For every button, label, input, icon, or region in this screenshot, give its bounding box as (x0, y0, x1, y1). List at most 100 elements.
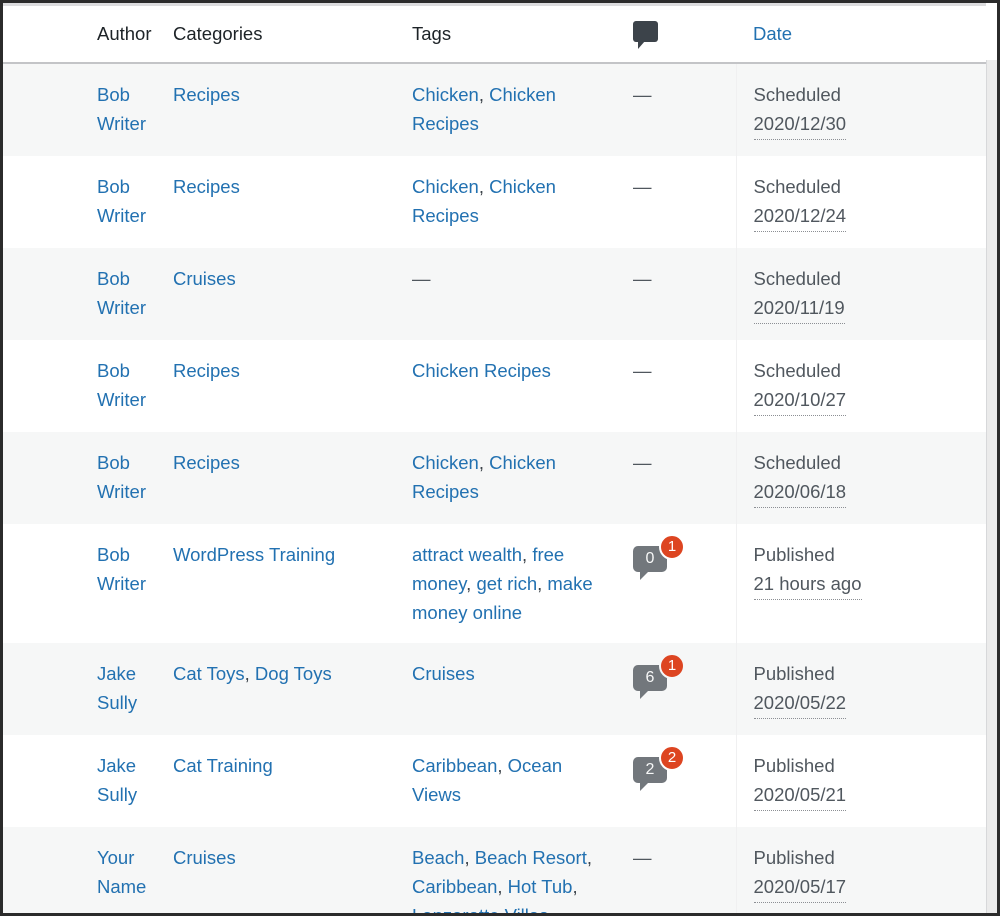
tag-link[interactable]: Lanzarotte Villas (412, 905, 548, 914)
term-separator: , (478, 175, 490, 197)
date-status: Scheduled (753, 267, 841, 289)
cell-tags: Chicken, Chicken Recipes (403, 156, 618, 248)
cell-tags: — (403, 248, 618, 340)
author-link[interactable]: Bob Writer (97, 452, 146, 502)
column-header-date-sort-link[interactable]: Date (753, 23, 792, 44)
author-link[interactable]: Jake Sully (97, 663, 137, 713)
table-row[interactable]: Bob Writer Recipes Chicken Recipes — Schedul… (3, 339, 997, 432)
category-link[interactable]: Recipes (173, 452, 240, 473)
tag-link[interactable]: Chicken (412, 84, 479, 105)
tag-link[interactable]: Cruises (412, 663, 475, 684)
category-link[interactable]: Cat Toys (173, 663, 245, 684)
comments-empty: — (633, 846, 652, 868)
table-row[interactable]: Bob Writer Cruises — — Scheduled 2020/11/19 (3, 247, 997, 340)
tag-link[interactable]: get rich (476, 573, 537, 594)
pending-comments-badge[interactable]: 1 (659, 652, 685, 679)
category-link[interactable]: Recipes (173, 176, 240, 197)
posts-table-container: Author Categories Tags Date Bob Writer R… (3, 3, 997, 913)
tag-link[interactable]: Hot Tub (508, 876, 573, 897)
table-row[interactable]: Jake Sully Cat Training Caribbean, Ocean V… (3, 734, 997, 827)
table-row[interactable]: Bob Writer Recipes Chicken, Chicken Recipe… (3, 62, 997, 156)
pending-comments-badge[interactable]: 1 (659, 533, 685, 560)
table-row[interactable]: Bob Writer Recipes Chicken, Chicken Recipe… (3, 431, 997, 524)
comments-empty: — (633, 359, 652, 381)
column-header-tags[interactable]: Tags (403, 3, 618, 64)
table-body: Bob Writer Recipes Chicken, Chicken Recipe… (3, 62, 997, 916)
tag-link[interactable]: Beach Resort (475, 847, 587, 868)
date-status: Scheduled (753, 359, 841, 381)
category-link[interactable]: Cruises (173, 847, 236, 868)
scrollbar-track-top (986, 3, 997, 60)
category-link[interactable]: WordPress Training (173, 544, 335, 565)
date-value: 2020/11/19 (753, 293, 845, 324)
cell-tags: attract wealth, free money, get rich, ma… (403, 524, 618, 643)
table-row[interactable]: Bob Writer Recipes Chicken, Chicken Recipe… (3, 155, 997, 248)
author-link[interactable]: Jake Sully (97, 755, 137, 805)
cell-tags: Cruises (403, 643, 618, 735)
tag-link[interactable]: Chicken Recipes (412, 360, 551, 381)
column-header-date[interactable]: Date (736, 3, 997, 64)
category-link[interactable]: Cruises (173, 268, 236, 289)
author-link[interactable]: Bob Writer (97, 544, 146, 594)
cell-tags: Chicken Recipes (403, 340, 618, 432)
tag-link[interactable]: Chicken (412, 176, 479, 197)
comments-empty: — (633, 267, 652, 289)
cell-categories: Cruises (163, 827, 403, 914)
cell-comments: — (618, 827, 736, 914)
cell-date: Scheduled 2020/12/30 (735, 62, 997, 156)
date-status: Scheduled (753, 451, 841, 473)
vertical-scrollbar[interactable] (986, 60, 997, 913)
table-row[interactable]: Jake Sully Cat Toys, Dog Toys Cruises 6 1 Pub… (3, 642, 997, 735)
term-separator: , (497, 754, 508, 776)
pending-comments-badge[interactable]: 2 (659, 744, 685, 771)
cell-categories: Cat Training (163, 735, 403, 827)
date-value: 2020/06/18 (753, 477, 847, 508)
date-value: 2020/05/21 (753, 780, 847, 811)
term-separator: , (244, 662, 255, 684)
tag-link[interactable]: Caribbean (412, 755, 497, 776)
tag-link[interactable]: Caribbean (412, 876, 497, 897)
author-link[interactable]: Bob Writer (97, 360, 146, 410)
term-separator: , (464, 846, 475, 868)
table-header: Author Categories Tags Date (3, 3, 997, 64)
table-row[interactable]: Bob Writer WordPress Training attract weal… (3, 523, 997, 643)
author-link[interactable]: Bob Writer (97, 176, 146, 226)
cell-comments: — (618, 340, 736, 432)
category-link[interactable]: Recipes (173, 84, 240, 105)
tag-link[interactable]: Chicken (412, 452, 479, 473)
cell-categories: Recipes (163, 63, 403, 156)
date-value: 2020/05/22 (753, 688, 847, 719)
tag-link[interactable]: attract wealth (412, 544, 522, 565)
date-status: Scheduled (753, 83, 841, 105)
category-link[interactable]: Recipes (173, 360, 240, 381)
cell-comments: — (618, 156, 736, 248)
cell-categories: Recipes (163, 156, 403, 248)
category-link[interactable]: Dog Toys (255, 663, 332, 684)
author-link[interactable]: Bob Writer (97, 268, 146, 318)
table-row[interactable]: Your Name Cruises Beach, Beach Resort, Car… (3, 826, 997, 916)
tag-link[interactable]: Beach (412, 847, 464, 868)
cell-date: Scheduled 2020/11/19 (735, 247, 997, 340)
cell-author: Bob Writer (3, 156, 163, 248)
comments-empty: — (633, 83, 652, 105)
date-status: Published (753, 754, 835, 776)
author-link[interactable]: Your Name (97, 847, 146, 897)
cell-author: Bob Writer (3, 524, 163, 643)
category-link[interactable]: Cat Training (173, 755, 273, 776)
date-status: Published (753, 662, 835, 684)
author-link[interactable]: Bob Writer (97, 84, 146, 134)
column-header-categories[interactable]: Categories (163, 3, 403, 64)
cell-tags: Chicken, Chicken Recipes (403, 63, 618, 156)
date-value: 21 hours ago (753, 569, 862, 600)
cell-date: Scheduled 2020/12/24 (735, 155, 997, 248)
cell-tags: Caribbean, Ocean Views (403, 735, 618, 827)
column-header-tags-label: Tags (412, 22, 452, 44)
cell-author: Bob Writer (3, 63, 163, 156)
term-separator: , (478, 83, 490, 105)
column-header-comments[interactable] (618, 3, 736, 64)
cell-comments: — (618, 432, 736, 524)
column-header-author[interactable]: Author (3, 3, 163, 64)
cell-author: Jake Sully (3, 735, 163, 827)
cell-author: Bob Writer (3, 340, 163, 432)
term-separator: , (548, 904, 554, 916)
